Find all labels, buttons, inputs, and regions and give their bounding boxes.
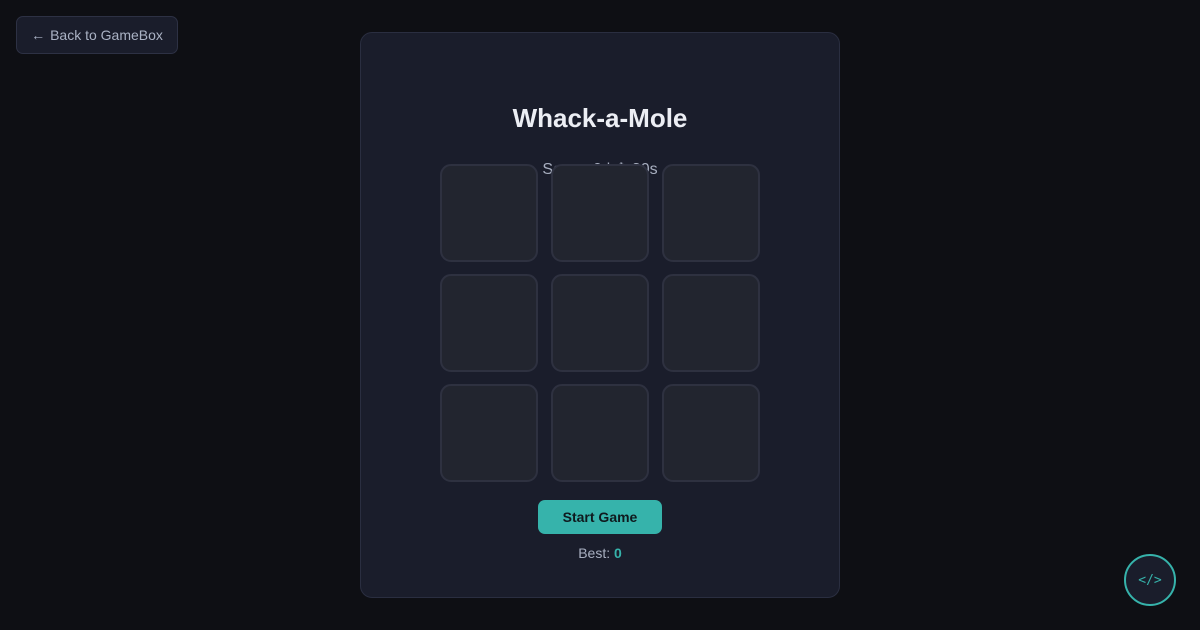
code-icon: </> bbox=[1138, 572, 1162, 588]
mole-hole-4[interactable] bbox=[440, 274, 538, 372]
mole-hole-7[interactable] bbox=[440, 384, 538, 482]
mole-hole-1[interactable] bbox=[440, 164, 538, 262]
arrow-left-icon: ← bbox=[31, 27, 46, 43]
back-button-label: Back to GameBox bbox=[50, 27, 163, 43]
start-game-button[interactable]: Start Game bbox=[538, 500, 662, 534]
best-score: Best: 0 bbox=[360, 545, 840, 561]
best-score-value: 0 bbox=[614, 545, 622, 561]
mole-hole-5[interactable] bbox=[551, 274, 649, 372]
view-source-button[interactable]: </> bbox=[1124, 554, 1176, 606]
game-title: Whack-a-Mole bbox=[512, 103, 688, 133]
mole-grid bbox=[440, 164, 760, 484]
mole-hole-3[interactable] bbox=[662, 164, 760, 262]
back-to-gamebox-button[interactable]: ← Back to GameBox bbox=[16, 16, 178, 54]
mole-hole-8[interactable] bbox=[551, 384, 649, 482]
mole-hole-6[interactable] bbox=[662, 274, 760, 372]
mole-hole-2[interactable] bbox=[551, 164, 649, 262]
best-score-label: Best: bbox=[578, 545, 611, 561]
mole-hole-9[interactable] bbox=[662, 384, 760, 482]
